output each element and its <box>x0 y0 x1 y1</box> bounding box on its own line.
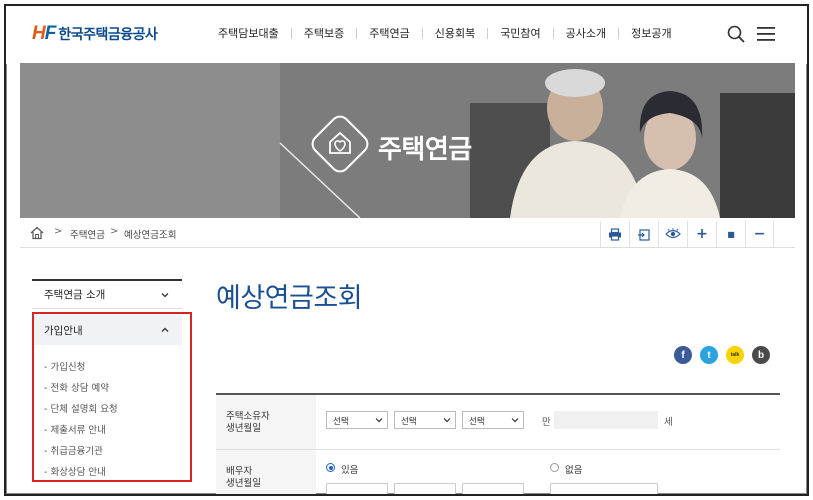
logo-mark-f: F <box>44 23 57 44</box>
highlight-box <box>32 312 192 482</box>
form-label-line: 생년월일 <box>226 423 261 434</box>
select-value: 선택 <box>333 417 349 427</box>
export-icon <box>638 228 650 241</box>
gnb-item-pension[interactable]: 주택연금 <box>356 28 421 39</box>
form-row-owner-birth: 주택소유자 생년월일 선택 선택 선택 만 세 <box>216 395 780 450</box>
age-prefix-label: 만 <box>542 417 551 428</box>
breadcrumb-item-current: 예상연금조회 <box>124 230 177 241</box>
browser-frame: HF 한국주택금융공사 주택담보대출 주택보증 주택연금 신용회복 국민참여 공… <box>4 4 809 496</box>
twitter-share-button[interactable]: t <box>700 346 718 364</box>
select-value: 선택 <box>469 417 485 427</box>
logo-mark-h: H <box>32 23 46 44</box>
zoom-out-button[interactable]: − <box>745 221 774 247</box>
owner-birth-day-select[interactable]: 선택 <box>462 411 524 429</box>
chevron-down-icon <box>375 418 383 423</box>
zoom-reset-button[interactable]: ■ <box>716 221 745 247</box>
site-header: HF 한국주택금융공사 주택담보대출 주택보증 주택연금 신용회복 국민참여 공… <box>6 6 807 64</box>
spouse-no-label: 없음 <box>565 465 583 476</box>
pension-inquiry-form: 주택소유자 생년월일 선택 선택 선택 만 세 배우자 생년월일 있음 없음 <box>216 393 780 494</box>
age-unit-label: 세 <box>664 417 673 428</box>
eye-icon <box>665 228 681 239</box>
gnb-item-mortgage[interactable]: 주택담보대출 <box>206 28 291 39</box>
global-nav: 주택담보대출 주택보증 주택연금 신용회복 국민참여 공사소개 정보공개 <box>206 28 684 39</box>
home-icon[interactable] <box>30 226 44 240</box>
side-nav-item-label: 주택연금 소개 <box>44 289 106 301</box>
page-tools: + ■ − <box>600 221 774 247</box>
breadcrumb-item-pension[interactable]: 주택연금 <box>70 227 105 241</box>
spouse-no-radio[interactable] <box>550 463 559 472</box>
owner-age-input[interactable] <box>554 411 658 429</box>
chevron-down-icon <box>511 418 519 423</box>
gnb-item-guarantee[interactable]: 주택보증 <box>290 28 356 39</box>
share-buttons: f t talk b <box>674 346 770 364</box>
kakaotalk-share-button[interactable]: talk <box>726 346 744 364</box>
search-icon[interactable] <box>726 24 746 44</box>
owner-birth-year-select[interactable]: 선택 <box>326 411 388 429</box>
print-button[interactable] <box>600 221 629 247</box>
house-heart-icon <box>329 131 351 154</box>
chevron-down-icon <box>443 418 451 423</box>
spouse-birth-year-select[interactable] <box>326 483 388 494</box>
breadcrumb-separator: > <box>110 226 119 237</box>
gnb-item-participation[interactable]: 국민참여 <box>487 28 552 39</box>
export-button[interactable] <box>629 221 658 247</box>
spouse-yes-label: 있음 <box>341 465 359 476</box>
side-nav-item-intro[interactable]: 주택연금 소개 <box>32 279 182 309</box>
view-button[interactable] <box>658 221 687 247</box>
breadcrumb-separator: > <box>54 226 63 237</box>
form-row-spouse-birth: 배우자 생년월일 있음 없음 <box>216 450 780 494</box>
gnb-item-about[interactable]: 공사소개 <box>552 28 618 39</box>
spouse-birth-day-select[interactable] <box>462 483 524 494</box>
hero-banner: 주택연금 <box>20 63 795 218</box>
owner-birth-month-select[interactable]: 선택 <box>394 411 456 429</box>
select-value: 선택 <box>401 417 417 427</box>
gnb-item-disclosure[interactable]: 정보공개 <box>618 28 683 39</box>
band-share-button[interactable]: b <box>752 346 770 364</box>
breadcrumb: > 주택연금 > 예상연금조회 + ■ − <box>20 218 795 248</box>
printer-icon <box>609 227 621 241</box>
hero-title: 주택연금 <box>378 135 472 165</box>
chevron-down-icon <box>161 292 169 297</box>
spouse-birth-month-select[interactable] <box>394 483 456 494</box>
site-logo[interactable]: HF 한국주택금융공사 <box>32 23 158 45</box>
form-label-line: 주택소유자 <box>226 411 270 422</box>
form-label-owner-birth: 주택소유자 생년월일 <box>216 395 316 449</box>
page-title: 예상연금조회 <box>216 283 363 314</box>
form-label-line: 생년월일 <box>226 478 261 489</box>
form-label-line: 배우자 <box>226 466 253 477</box>
hamburger-menu-icon[interactable] <box>756 26 776 42</box>
spouse-yes-radio[interactable] <box>326 463 335 472</box>
hf-logo-mark: HF <box>32 23 57 45</box>
logo-text: 한국주택금융공사 <box>58 27 158 43</box>
facebook-share-button[interactable]: f <box>674 346 692 364</box>
zoom-in-button[interactable]: + <box>687 221 716 247</box>
spouse-extra-field[interactable] <box>550 483 658 494</box>
form-label-spouse-birth: 배우자 생년월일 <box>216 450 316 494</box>
gnb-item-credit[interactable]: 신용회복 <box>421 28 487 39</box>
